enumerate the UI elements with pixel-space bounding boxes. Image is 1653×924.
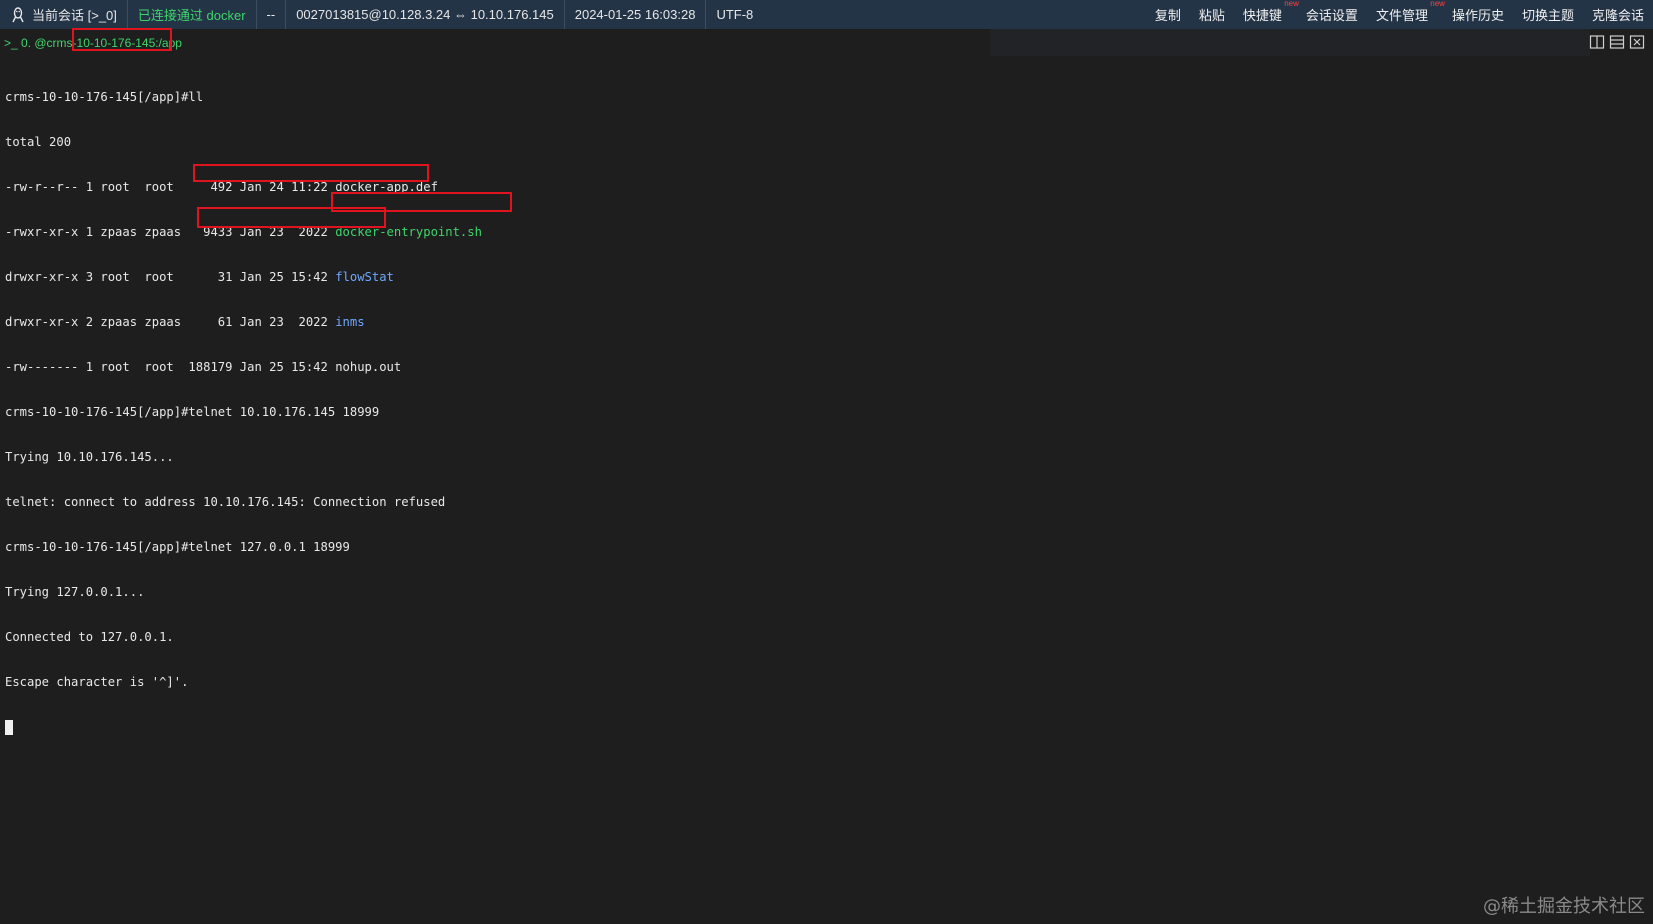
watermark: @稀土掘金技术社区 — [1483, 896, 1645, 917]
linux-icon — [12, 6, 24, 22]
terminal-line: Connected to 127.0.0.1. — [5, 630, 174, 644]
file-meta: -rw------- 1 root root 188179 Jan 25 15:… — [5, 360, 336, 374]
separator: -- — [257, 0, 287, 29]
file-name: flowStat — [335, 270, 394, 284]
terminal-line: crms-10-10-176-145[/app]#telnet 127.0.0.… — [5, 540, 350, 554]
menu-copy[interactable]: 复制 — [1146, 5, 1190, 24]
menu-clone-session-label: 克隆会话 — [1591, 8, 1644, 23]
terminal-line: -rw------- 1 root root 188179 Jan 25 15:… — [5, 360, 1653, 375]
encoding[interactable]: UTF-8 — [706, 0, 763, 29]
file-meta: drwxr-xr-x 3 root root 31 Jan 25 15:42 — [5, 270, 336, 284]
terminal-line: -rwxr-xr-x 1 zpaas zpaas 9433 Jan 23 202… — [5, 225, 1653, 240]
file-meta: -rwxr-xr-x 1 zpaas zpaas 9433 Jan 23 202… — [5, 225, 336, 239]
file-name: docker-app.def — [335, 180, 438, 194]
menu-history-label: 操作历史 — [1451, 8, 1504, 23]
menu-file-manager-label: 文件管理 — [1375, 8, 1428, 23]
menu-shortcuts-label: 快捷键 — [1242, 8, 1282, 23]
session-datetime: 2024-01-25 16:03:28 — [565, 0, 707, 29]
session-info: 当前会话 [>_0] 已连接通过 docker -- 0027013815@10… — [0, 0, 763, 29]
terminal-line: total 200 — [5, 135, 72, 149]
connection-route: 0027013815@10.128.3.24 ⇔ 10.10.176.145 — [286, 0, 565, 29]
file-name: nohup.out — [335, 360, 402, 374]
session-tab[interactable]: >_ 0. @crms-10-10-176-145:/app — [0, 36, 182, 50]
terminal-line: telnet: connect to address 10.10.176.145… — [5, 495, 446, 509]
terminal-line: drwxr-xr-x 3 root root 31 Jan 25 15:42 f… — [5, 270, 1653, 285]
menu-clone-session[interactable]: 克隆会话 — [1583, 5, 1653, 24]
toolbar-menu: 复制 粘贴 快捷键 new 会话设置 文件管理 new 操作历史 切换主题 克隆会话 — [1146, 0, 1653, 29]
terminal-line: crms-10-10-176-145[/app]#ll — [5, 90, 204, 104]
terminal-output[interactable]: crms-10-10-176-145[/app]#ll total 200 -r… — [5, 60, 1653, 750]
menu-session-settings-label: 会话设置 — [1305, 8, 1358, 23]
top-toolbar: 当前会话 [>_0] 已连接通过 docker -- 0027013815@10… — [0, 0, 1653, 29]
menu-session-settings[interactable]: 会话设置 — [1297, 5, 1367, 24]
current-session[interactable]: 当前会话 [>_0] — [0, 0, 128, 29]
text-cursor — [5, 720, 13, 735]
session-tab-bar: >_ 0. @crms-10-10-176-145:/app — [0, 29, 1653, 56]
menu-paste[interactable]: 粘贴 — [1190, 5, 1234, 24]
terminal-cursor-line — [5, 720, 1653, 735]
menu-paste-label: 粘贴 — [1198, 8, 1225, 23]
file-meta: drwxr-xr-x 2 zpaas zpaas 61 Jan 23 2022 — [5, 315, 336, 329]
terminal-line: drwxr-xr-x 2 zpaas zpaas 61 Jan 23 2022 … — [5, 315, 1653, 330]
menu-switch-theme-label: 切换主题 — [1521, 8, 1574, 23]
split-horizontal-icon[interactable] — [1609, 34, 1625, 50]
menu-file-manager[interactable]: 文件管理 new — [1367, 0, 1445, 24]
menu-copy-label: 复制 — [1154, 8, 1181, 23]
pane-controls — [1589, 34, 1645, 50]
connection-status: 已连接通过 docker — [128, 0, 257, 29]
file-name: inms — [335, 315, 365, 329]
terminal-line: crms-10-10-176-145[/app]#telnet 10.10.17… — [5, 405, 380, 419]
terminal-line: Escape character is '^]'. — [5, 675, 189, 689]
terminal-line: -rw-r--r-- 1 root root 492 Jan 24 11:22 … — [5, 180, 1653, 195]
file-meta: -rw-r--r-- 1 root root 492 Jan 24 11:22 — [5, 180, 336, 194]
terminal-line: Trying 127.0.0.1... — [5, 585, 145, 599]
tab-bar-shade — [990, 29, 1590, 56]
terminal-line: Trying 10.10.176.145... — [5, 450, 174, 464]
menu-history[interactable]: 操作历史 — [1443, 5, 1513, 24]
file-name: docker-entrypoint.sh — [335, 225, 482, 239]
split-vertical-icon[interactable] — [1589, 34, 1605, 50]
menu-shortcuts[interactable]: 快捷键 new — [1234, 0, 1299, 24]
close-pane-icon[interactable] — [1629, 34, 1645, 50]
menu-switch-theme[interactable]: 切换主题 — [1513, 5, 1583, 24]
session-label: 当前会话 [>_0] — [32, 8, 117, 23]
